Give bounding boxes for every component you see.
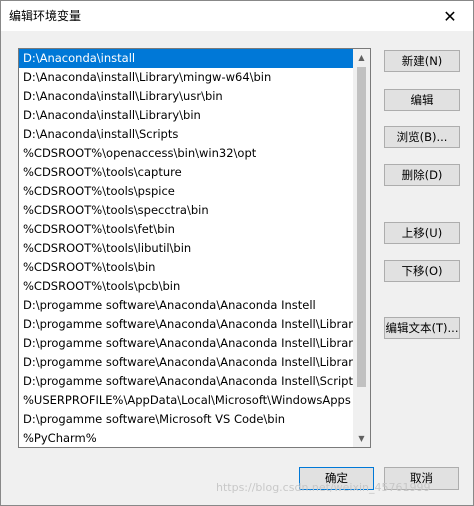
path-list[interactable]: D:\Anaconda\install D:\Anaconda\install\L… xyxy=(18,48,371,448)
list-item[interactable]: D:\Anaconda\install\Library\usr\bin xyxy=(19,87,353,106)
scroll-up-icon[interactable]: ▲ xyxy=(353,49,370,66)
list-item[interactable]: D:\progamme software\Anaconda\Anaconda I… xyxy=(19,315,353,334)
scroll-down-icon[interactable]: ▼ xyxy=(353,430,370,447)
browse-button[interactable]: 浏览(B)... xyxy=(384,126,460,148)
list-item[interactable]: D:\progamme software\Anaconda\Anaconda I… xyxy=(19,296,353,315)
list-item[interactable]: %CDSROOT%\openaccess\bin\win32\opt xyxy=(19,144,353,163)
list-item[interactable]: %CDSROOT%\tools\bin xyxy=(19,258,353,277)
list-item[interactable]: %CDSROOT%\tools\libutil\bin xyxy=(19,239,353,258)
list-item[interactable]: D:\progamme software\Microsoft VS Code\b… xyxy=(19,410,353,429)
edit-button[interactable]: 编辑 xyxy=(384,89,460,111)
list-item[interactable]: D:\progamme software\Anaconda\Anaconda I… xyxy=(19,353,353,372)
vertical-scrollbar[interactable]: ▲ ▼ xyxy=(353,49,370,447)
list-item[interactable]: D:\progamme software\Anaconda\Anaconda I… xyxy=(19,372,353,391)
edit-text-button[interactable]: 编辑文本(T)... xyxy=(384,317,460,339)
list-item[interactable]: D:\progamme software\Anaconda\Anaconda I… xyxy=(19,334,353,353)
list-item[interactable]: %CDSROOT%\tools\pspice xyxy=(19,182,353,201)
window-title: 编辑环境变量 xyxy=(9,9,82,23)
list-item[interactable]: %CDSROOT%\tools\fet\bin xyxy=(19,220,353,239)
list-item[interactable]: D:\Anaconda\install\Library\bin xyxy=(19,106,353,125)
new-button[interactable]: 新建(N) xyxy=(384,50,460,72)
edit-env-variable-dialog: 编辑环境变量 ✕ D:\Anaconda\install D:\Anaconda\… xyxy=(0,0,474,506)
list-item[interactable]: D:\Anaconda\install\Library\mingw-w64\bi… xyxy=(19,68,353,87)
move-up-button[interactable]: 上移(U) xyxy=(384,222,460,244)
delete-button[interactable]: 删除(D) xyxy=(384,164,460,186)
list-item[interactable]: %CDSROOT%\tools\specctra\bin xyxy=(19,201,353,220)
list-item[interactable]: D:\Anaconda\install xyxy=(19,49,353,68)
list-item[interactable]: %PyCharm% xyxy=(19,429,353,447)
path-list-rows: D:\Anaconda\install D:\Anaconda\install\L… xyxy=(19,49,353,447)
watermark: https://blog.csdn.net/weixin_45761999 xyxy=(216,481,431,494)
scroll-thumb[interactable] xyxy=(357,67,366,387)
list-item[interactable]: %USERPROFILE%\AppData\Local\Microsoft\Wi… xyxy=(19,391,353,410)
title-bar: 编辑环境变量 ✕ xyxy=(1,1,473,31)
list-item[interactable]: %CDSROOT%\tools\capture xyxy=(19,163,353,182)
close-icon[interactable]: ✕ xyxy=(427,1,473,31)
move-down-button[interactable]: 下移(O) xyxy=(384,260,460,282)
list-item[interactable]: D:\Anaconda\install\Scripts xyxy=(19,125,353,144)
list-item[interactable]: %CDSROOT%\tools\pcb\bin xyxy=(19,277,353,296)
